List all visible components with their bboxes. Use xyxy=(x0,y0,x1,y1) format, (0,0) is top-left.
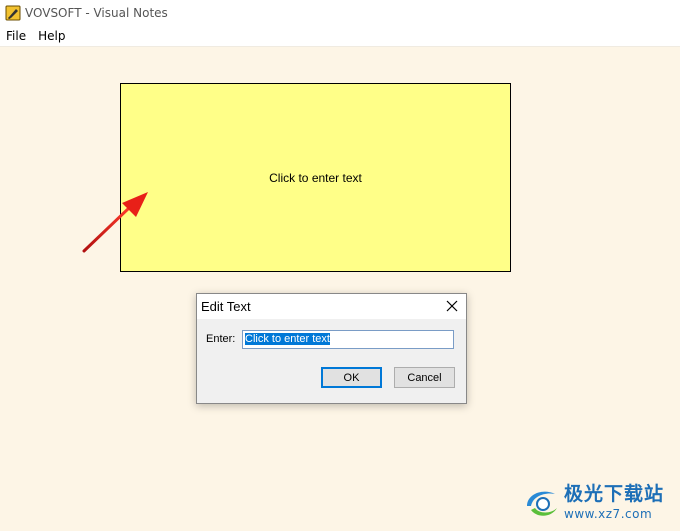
pencil-note-icon xyxy=(5,5,21,21)
text-input[interactable]: Click to enter text xyxy=(242,330,454,349)
selected-text: Click to enter text xyxy=(245,333,330,345)
watermark-brand: 极光下载站 xyxy=(564,482,665,505)
menu-file[interactable]: File xyxy=(0,26,32,46)
dialog-title: Edit Text xyxy=(201,299,251,314)
sticky-note-text: Click to enter text xyxy=(269,170,362,185)
watermark-logo-icon xyxy=(527,491,557,516)
close-icon[interactable] xyxy=(444,298,460,314)
window-title: VOVSOFT - Visual Notes xyxy=(25,6,168,20)
menu-bar: File Help xyxy=(0,26,680,47)
sticky-note[interactable]: Click to enter text xyxy=(120,83,511,272)
app-window: VOVSOFT - Visual Notes File Help Click t… xyxy=(0,0,680,531)
notes-canvas[interactable]: Click to enter text xyxy=(0,47,680,531)
ok-button[interactable]: OK xyxy=(321,367,382,388)
enter-label: Enter: xyxy=(206,333,236,345)
cancel-button[interactable]: Cancel xyxy=(394,367,455,388)
edit-text-dialog: Edit Text Enter: Click to enter text OK … xyxy=(196,293,467,404)
annotation-arrow-icon xyxy=(82,192,148,253)
watermark: 极光下载站 www.xz7.com xyxy=(521,479,676,525)
watermark-url: www.xz7.com xyxy=(564,506,653,521)
dialog-body: Enter: Click to enter text OK Cancel xyxy=(197,319,466,402)
menu-help[interactable]: Help xyxy=(32,26,71,46)
dialog-title-bar[interactable]: Edit Text xyxy=(197,294,466,319)
watermark-text: 极光下载站 www.xz7.com xyxy=(564,482,665,521)
title-bar: VOVSOFT - Visual Notes xyxy=(0,0,680,26)
